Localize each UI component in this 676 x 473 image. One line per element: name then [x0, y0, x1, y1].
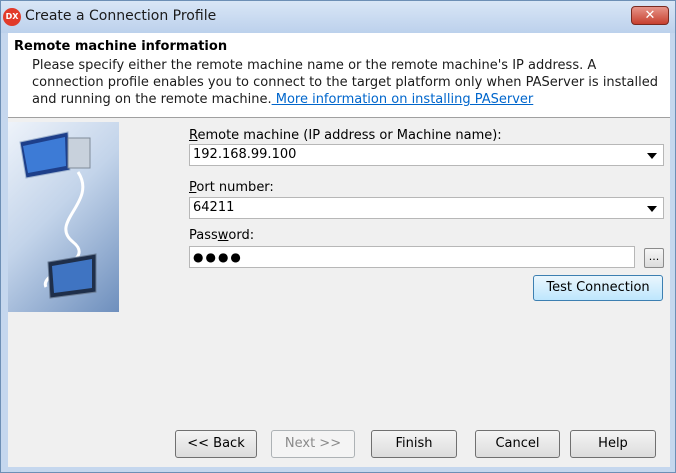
app-logo-icon: DX [3, 8, 21, 26]
remote-machine-value: 192.168.99.100 [193, 147, 297, 162]
dialog-body: Remote machine information Please specif… [8, 33, 670, 467]
chevron-down-icon[interactable] [647, 153, 657, 159]
close-button[interactable]: ✕ [631, 6, 669, 25]
remote-machine-combobox[interactable]: 192.168.99.100 [189, 144, 664, 166]
password-label: Password: [189, 228, 255, 243]
browse-password-button[interactable]: ... [644, 248, 664, 268]
port-number-value: 64211 [193, 200, 235, 215]
port-number-label: Port number: [189, 180, 274, 195]
page-header: Remote machine information Please specif… [8, 33, 670, 118]
network-computers-illustration [8, 122, 119, 312]
chevron-down-icon[interactable] [647, 206, 657, 212]
cancel-button[interactable]: Cancel [475, 430, 560, 458]
next-button: Next >> [271, 430, 355, 458]
port-number-combobox[interactable]: 64211 [189, 197, 664, 219]
finish-button[interactable]: Finish [371, 430, 457, 458]
title-bar[interactable]: DX Create a Connection Profile ✕ [1, 1, 675, 33]
page-title: Remote machine information [14, 39, 228, 54]
close-icon: ✕ [644, 8, 656, 23]
dialog-window: DX Create a Connection Profile ✕ Remote … [0, 0, 676, 473]
remote-machine-label: Remote machine (IP address or Machine na… [189, 128, 502, 143]
test-connection-button[interactable]: Test Connection [533, 275, 663, 301]
paserver-info-link[interactable]: More information on installing PAServer [272, 92, 534, 107]
page-description: Please specify either the remote machine… [32, 57, 662, 108]
back-button[interactable]: << Back [175, 430, 257, 458]
password-field[interactable]: ●●●● [189, 246, 635, 268]
window-title: Create a Connection Profile [25, 8, 217, 24]
help-button[interactable]: Help [570, 430, 656, 458]
